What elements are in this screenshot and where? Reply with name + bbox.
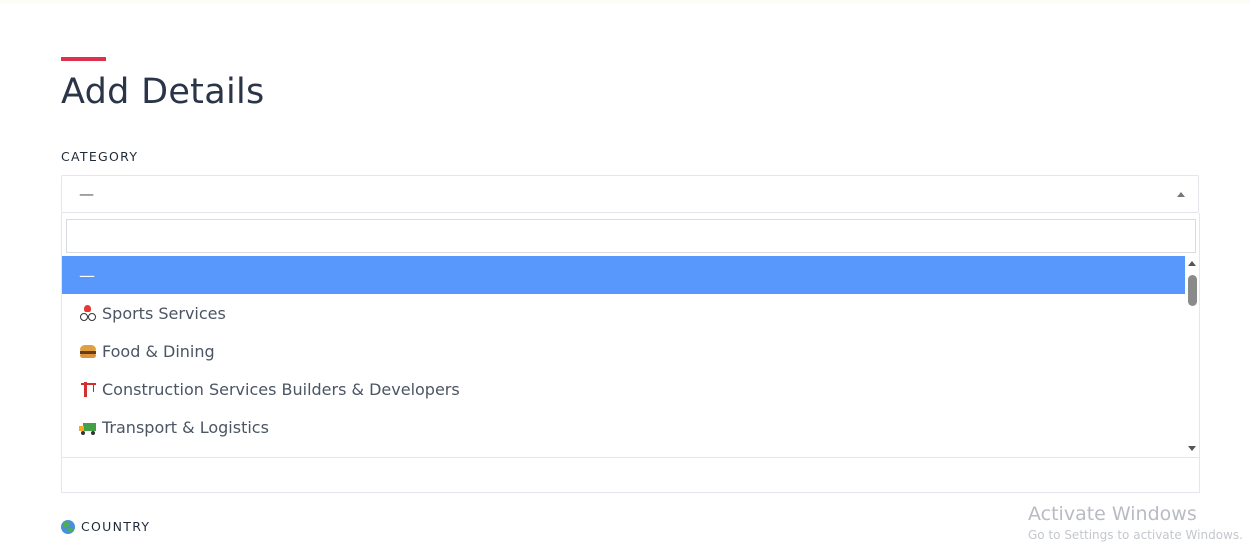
crane-icon: [79, 380, 97, 398]
activate-windows-watermark: Activate Windows: [1028, 503, 1197, 525]
option-sports-services[interactable]: Sports Services: [62, 294, 1185, 332]
scroll-up-icon[interactable]: [1188, 261, 1196, 266]
top-strip: [0, 0, 1250, 4]
page-title: Add Details: [61, 72, 265, 112]
option-label: Transport & Logistics: [102, 417, 269, 437]
category-select[interactable]: —: [61, 175, 1199, 213]
next-field-box[interactable]: [61, 457, 1200, 493]
truck-icon: [79, 418, 97, 436]
scroll-down-icon[interactable]: [1188, 446, 1196, 451]
globe-icon: [61, 519, 75, 534]
option-label: Sports Services: [102, 303, 226, 323]
option-empty[interactable]: —: [62, 256, 1185, 294]
bicycle-icon: [79, 304, 97, 322]
option-food-dining[interactable]: Food & Dining: [62, 332, 1185, 370]
title-accent-bar: [61, 57, 106, 61]
category-search-input[interactable]: [66, 219, 1196, 253]
option-label: —: [79, 265, 95, 285]
activate-windows-subtitle: Go to Settings to activate Windows.: [1028, 528, 1243, 542]
category-selected-value: —: [79, 185, 94, 203]
option-transport-logistics[interactable]: Transport & Logistics: [62, 408, 1185, 446]
option-list-scrollbar[interactable]: [1185, 256, 1199, 456]
burger-icon: [79, 342, 97, 360]
caret-up-icon: [1177, 192, 1185, 197]
country-label: COUNTRY: [81, 519, 151, 534]
option-label: Construction Services Builders & Develop…: [102, 379, 460, 399]
category-dropdown: — Sports Services Food & Dining Construc…: [61, 213, 1200, 458]
scrollbar-thumb[interactable]: [1188, 275, 1197, 306]
option-construction-services[interactable]: Construction Services Builders & Develop…: [62, 370, 1185, 408]
country-label-row: COUNTRY: [61, 519, 150, 534]
category-label: CATEGORY: [61, 149, 139, 164]
option-label: Food & Dining: [102, 341, 215, 361]
category-option-list: — Sports Services Food & Dining Construc…: [62, 256, 1185, 456]
